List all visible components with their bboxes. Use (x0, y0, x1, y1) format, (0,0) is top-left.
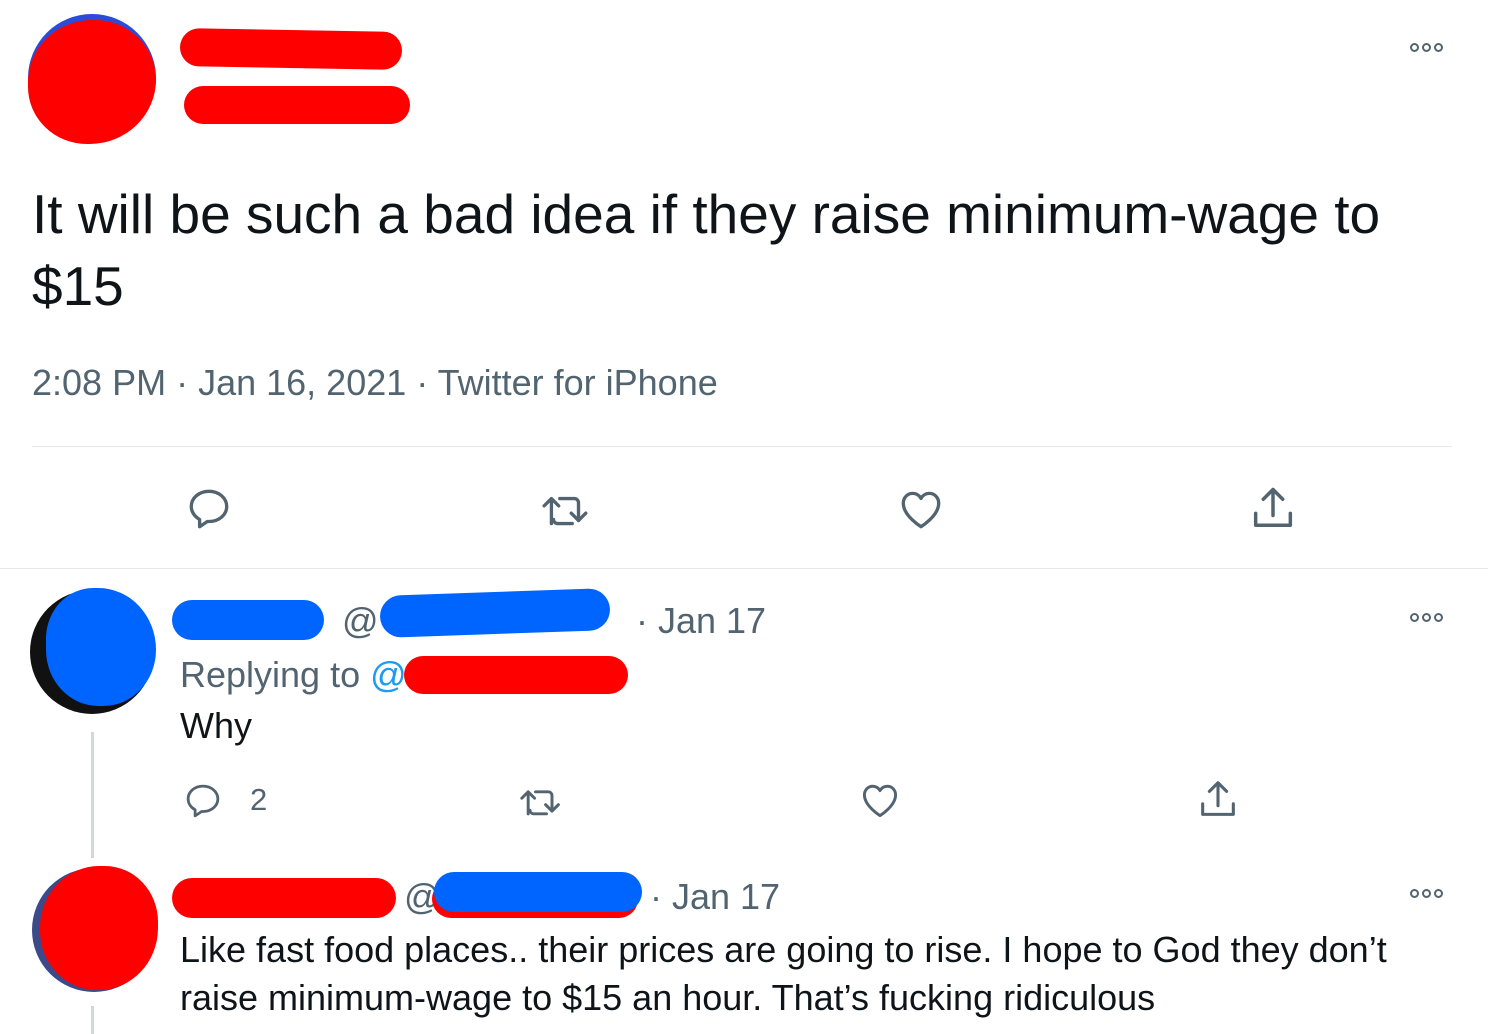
meta-separator: · (166, 362, 199, 403)
reply-count: 2 (250, 782, 268, 817)
like-icon[interactable] (892, 480, 950, 538)
display-name-redacted[interactable] (179, 28, 403, 70)
replying-to: Replying to @ (180, 654, 407, 696)
more-icon[interactable] (1410, 40, 1450, 54)
avatar-redacted[interactable] (28, 20, 156, 144)
more-icon[interactable] (1410, 610, 1450, 624)
display-name-redacted[interactable] (172, 600, 324, 640)
replying-to-label: Replying to (180, 654, 371, 695)
avatar-redacted[interactable] (46, 588, 156, 706)
tweet-date[interactable]: · Jan 17 (636, 600, 766, 642)
tweet-text: Like fast food places.. their prices are… (180, 929, 1387, 1018)
thread-line (91, 732, 94, 858)
reply-icon[interactable] (180, 778, 226, 824)
like-icon[interactable] (856, 776, 904, 824)
username-redacted[interactable] (379, 587, 611, 639)
mention-redacted[interactable] (404, 656, 628, 694)
thread-line (91, 1006, 94, 1034)
tweet-text: Why (180, 705, 252, 746)
reply-icon[interactable] (180, 480, 238, 538)
at-symbol: @ (342, 600, 379, 641)
tweet-date[interactable]: · Jan 17 (650, 876, 780, 918)
more-icon[interactable] (1410, 886, 1450, 900)
tweet-text: It will be such a bad idea if they raise… (32, 183, 1381, 317)
username-redacted[interactable] (434, 872, 642, 912)
avatar-redacted[interactable] (40, 866, 158, 990)
tweet-date[interactable]: Jan 16, 2021 (198, 362, 406, 403)
share-icon[interactable] (1194, 776, 1242, 824)
divider (32, 446, 1452, 447)
username-redacted[interactable] (184, 86, 410, 124)
share-icon[interactable] (1244, 480, 1302, 538)
divider (0, 568, 1488, 569)
retweet-icon[interactable] (514, 778, 568, 824)
tweet-source[interactable]: Twitter for iPhone (438, 362, 718, 403)
retweet-icon[interactable] (536, 480, 596, 538)
tweet-time[interactable]: 2:08 PM (32, 362, 166, 403)
meta-separator: · (406, 362, 438, 403)
tweet-metadata: 2:08 PM · Jan 16, 2021 · Twitter for iPh… (32, 362, 718, 404)
display-name-redacted[interactable] (172, 878, 396, 918)
mention-link[interactable]: @ (370, 654, 407, 695)
